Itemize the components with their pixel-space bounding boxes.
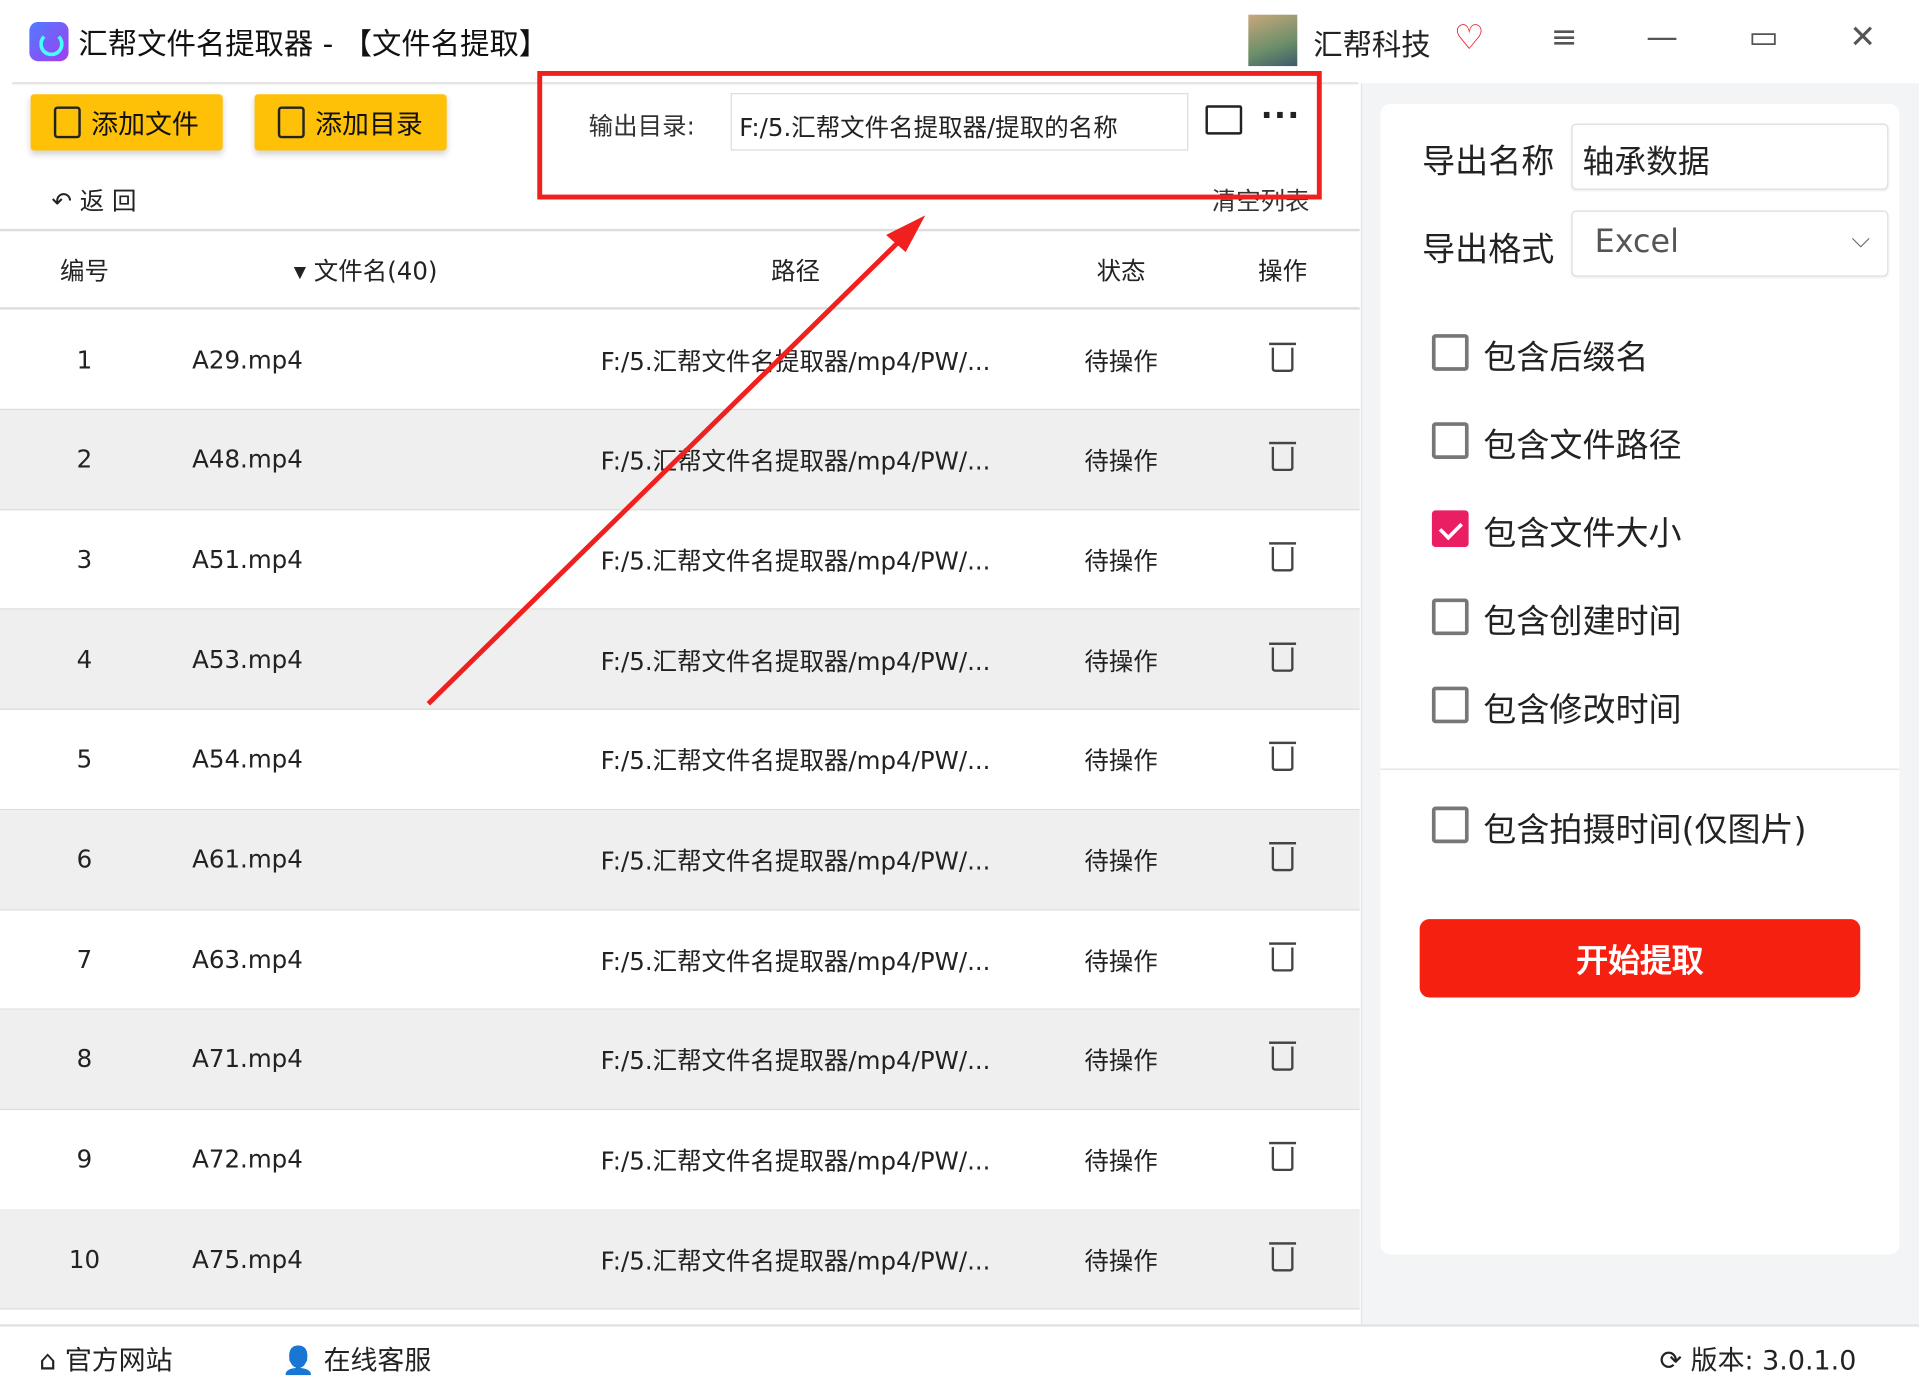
annotation-arrow [426, 215, 926, 706]
app-window: 汇帮文件名提取器 - 【文件名提取】 汇帮科技 ♡ ≡ — ▭ ✕ 添加文件 添… [0, 0, 1919, 1391]
